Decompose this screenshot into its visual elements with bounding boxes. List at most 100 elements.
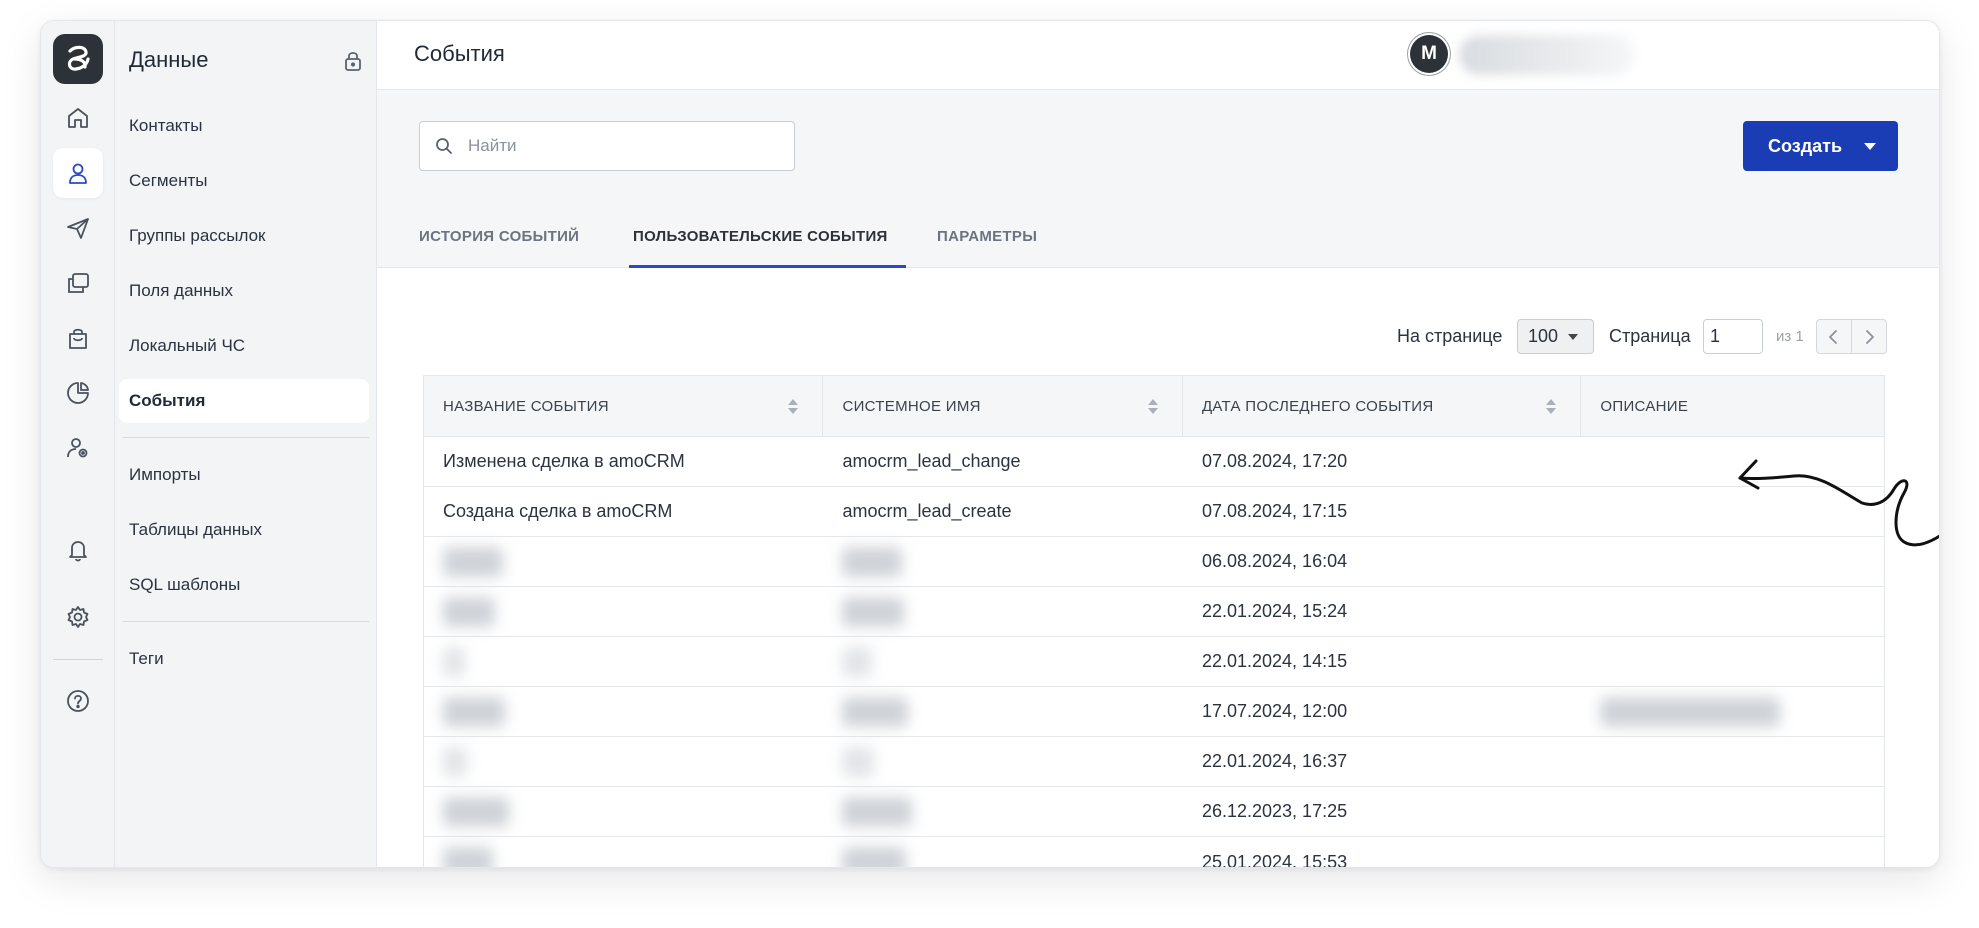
redacted-text: [842, 646, 873, 677]
active-tab-indicator: [629, 265, 906, 268]
sort-icon[interactable]: [788, 399, 799, 415]
redacted-text: [1600, 696, 1781, 727]
column-header-label: СИСТЕМНОЕ ИМЯ: [842, 397, 981, 415]
user-icon: [69, 163, 87, 184]
create-button-label: Создать: [1768, 135, 1843, 156]
bell-icon: [69, 541, 87, 562]
column-header-system-name[interactable]: СИСТЕМНОЕ ИМЯ: [823, 376, 1183, 436]
rail-users-settings-button[interactable]: [53, 423, 103, 473]
event-name-cell[interactable]: [424, 637, 823, 686]
table-row[interactable]: 17.07.2024, 12:00: [424, 687, 1884, 737]
subnav-item-segments[interactable]: Сегменты: [119, 159, 369, 203]
event-name-cell[interactable]: [424, 587, 823, 636]
event-name-cell[interactable]: [424, 837, 823, 867]
rail-products-button[interactable]: [53, 313, 103, 363]
help-icon: [67, 690, 89, 712]
table-row[interactable]: 22.01.2024, 16:37: [424, 737, 1884, 787]
rail-help-button[interactable]: [53, 676, 103, 726]
description-cell: [1581, 587, 1884, 636]
table-row[interactable]: 26.12.2023, 17:25: [424, 787, 1884, 837]
tab-custom-events[interactable]: ПОЛЬЗОВАТЕЛЬСКИЕ СОБЫТИЯ: [633, 228, 888, 268]
rail-templates-button[interactable]: [53, 258, 103, 308]
event-name-cell[interactable]: [424, 737, 823, 786]
column-header-last-event-date[interactable]: ДАТА ПОСЛЕДНЕГО СОБЫТИЯ: [1183, 376, 1582, 436]
logo[interactable]: [53, 34, 103, 84]
redacted-text: [842, 696, 909, 727]
redacted-text: [842, 546, 903, 577]
chevron-left-icon: [1829, 329, 1837, 344]
subnav-divider: [123, 437, 369, 438]
subnav-item-data-fields[interactable]: Поля данных: [119, 269, 369, 313]
rail-data-button[interactable]: [53, 148, 103, 198]
prev-page-button[interactable]: [1816, 319, 1852, 354]
system-name-cell: amocrm_lead_create: [842, 501, 1012, 521]
rail-analytics-button[interactable]: [53, 368, 103, 418]
create-button[interactable]: Создать: [1743, 121, 1898, 171]
subnav-item-events[interactable]: События: [119, 379, 369, 423]
rail-home-button[interactable]: [53, 93, 103, 143]
subnav-divider: [123, 621, 369, 622]
subnav-item-mailing-groups[interactable]: Группы рассылок: [119, 214, 369, 258]
subnav-item-contacts[interactable]: Контакты: [119, 104, 369, 148]
per-page-value: 100: [1528, 326, 1559, 346]
search-icon: [436, 138, 452, 154]
next-page-button[interactable]: [1851, 319, 1887, 354]
last-event-date-cell: 07.08.2024, 17:20: [1201, 451, 1348, 471]
page-number-input[interactable]: [1703, 319, 1763, 354]
user-name-redacted[interactable]: [1459, 35, 1635, 75]
search-box[interactable]: [419, 121, 795, 171]
last-event-date-cell: 22.01.2024, 16:37: [1201, 751, 1348, 771]
search-input[interactable]: [468, 136, 768, 156]
table-row[interactable]: Создана сделка в amoCRM amocrm_lead_crea…: [424, 487, 1884, 537]
app-window: Данные Контакты Сегменты Группы рассылок…: [40, 20, 1940, 868]
subnav-title: Данные: [129, 47, 209, 72]
top-bar: События M: [377, 21, 1939, 90]
event-name-cell[interactable]: Создана сделка в amoCRM: [424, 487, 823, 536]
tab-events-history[interactable]: ИСТОРИЯ СОБЫТИЙ: [419, 228, 579, 268]
send-icon: [67, 218, 89, 239]
table-row[interactable]: 22.01.2024, 15:24: [424, 587, 1884, 637]
rail-notifications-button[interactable]: [53, 525, 103, 575]
rail-campaigns-button[interactable]: [53, 203, 103, 253]
sort-icon[interactable]: [1147, 399, 1158, 415]
avatar[interactable]: M: [1410, 35, 1448, 73]
tab-parameters[interactable]: ПАРАМЕТРЫ: [937, 228, 1037, 268]
home-icon: [68, 108, 88, 128]
table-row[interactable]: Изменена сделка в amoCRM amocrm_lead_cha…: [424, 437, 1884, 487]
system-name-cell: [823, 687, 1183, 736]
subnav-item-imports[interactable]: Импорты: [119, 453, 369, 497]
description-cell: [1581, 737, 1884, 786]
page-label: Страница: [1609, 326, 1691, 346]
subnav-item-data-tables[interactable]: Таблицы данных: [119, 508, 369, 552]
last-event-date-cell: 07.08.2024, 17:15: [1201, 501, 1348, 521]
per-page-select[interactable]: 100: [1517, 319, 1594, 354]
last-event-date-cell: 22.01.2024, 15:24: [1201, 601, 1348, 621]
table-row[interactable]: 25.01.2024, 15:53: [424, 837, 1884, 868]
table-row[interactable]: 22.01.2024, 14:15: [424, 637, 1884, 687]
event-name-cell[interactable]: Изменена сделка в amoCRM: [424, 437, 823, 486]
pie-chart-icon: [67, 382, 89, 404]
sort-icon[interactable]: [1546, 399, 1557, 415]
subnav-item-local-blacklist[interactable]: Локальный ЧС: [119, 324, 369, 368]
last-event-date-cell: 22.01.2024, 14:15: [1201, 651, 1348, 671]
subnav-item-sql-templates[interactable]: SQL шаблоны: [119, 563, 369, 607]
system-name-cell: [823, 587, 1183, 636]
event-name-cell[interactable]: [424, 687, 823, 736]
subnav-item-tags[interactable]: Теги: [119, 637, 369, 681]
event-name-cell[interactable]: [424, 787, 823, 836]
column-header-name[interactable]: НАЗВАНИЕ СОБЫТИЯ: [424, 376, 824, 436]
last-event-date-cell: 26.12.2023, 17:25: [1201, 801, 1348, 821]
redacted-text: [842, 596, 905, 627]
icon-rail: [41, 21, 115, 867]
event-name-cell[interactable]: [424, 537, 823, 586]
redacted-text: [443, 847, 493, 867]
page-title: События: [414, 41, 505, 66]
last-event-date-cell: 25.01.2024, 15:53: [1201, 851, 1348, 868]
events-table: НАЗВАНИЕ СОБЫТИЯ СИСТЕМНОЕ ИМЯ ДАТА ПОСЛ…: [423, 375, 1885, 868]
lock-icon[interactable]: [341, 49, 365, 73]
toolbar-area: Создать ИСТОРИЯ СОБЫТИЙ ПОЛЬЗОВАТЕЛЬСКИЕ…: [377, 90, 1939, 268]
page-total-label: из 1: [1776, 328, 1804, 345]
rail-settings-button[interactable]: [53, 592, 103, 642]
table-row[interactable]: 06.08.2024, 16:04: [424, 537, 1884, 587]
data-subnav: Данные Контакты Сегменты Группы рассылок…: [115, 21, 377, 867]
